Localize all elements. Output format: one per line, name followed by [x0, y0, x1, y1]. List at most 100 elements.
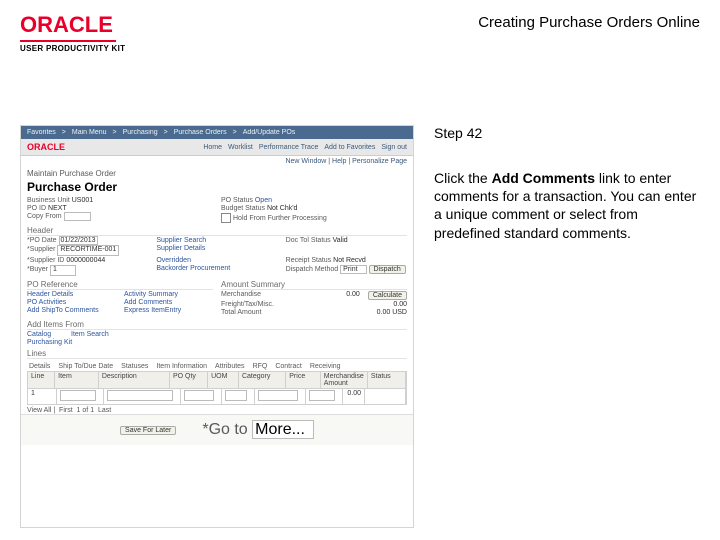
ss-col-qty: PO Qty — [170, 372, 208, 388]
oracle-logo-underline — [20, 40, 116, 42]
ss-module-heading: Maintain Purchase Order — [21, 167, 413, 180]
ss-add-shipto-link[interactable]: Add ShipTo Comments — [27, 307, 116, 314]
ss-supplierid-label: *Supplier ID — [27, 257, 64, 264]
ss-col-price: Price — [286, 372, 320, 388]
instr-bold: Add Comments — [492, 170, 595, 186]
ss-receipt-label: Receipt Status — [286, 257, 332, 264]
ss-header-section: Header — [27, 226, 407, 236]
ss-postatus-label: PO Status — [221, 197, 253, 204]
ss-top-breadcrumb: Favorites > Main Menu > Purchasing > Pur… — [21, 126, 413, 139]
ss-grid-header: Line Item Description PO Qty UOM Categor… — [27, 371, 407, 389]
step-label: Step 42 — [434, 125, 700, 141]
ss-freight-label: Freight/Tax/Misc. — [221, 301, 274, 308]
ss-oracle-logo: ORACLE — [27, 142, 65, 152]
ss-supplier-details-link[interactable]: Supplier Details — [156, 245, 205, 252]
ss-express-item-link[interactable]: Express ItemEntry — [124, 307, 213, 314]
ss-tab-iteminfo[interactable]: Item Information — [154, 362, 209, 371]
ss-goto-label: *Go to — [202, 421, 247, 438]
ss-overridden-link[interactable]: Overridden — [156, 257, 191, 264]
ss-tab-statuses[interactable]: Statuses — [119, 362, 150, 371]
ss-col-uom: UOM — [208, 372, 239, 388]
ss-nav-item[interactable]: Purchasing — [123, 129, 158, 136]
ss-dispatch-button[interactable]: Dispatch — [369, 265, 406, 274]
embedded-screenshot: Favorites > Main Menu > Purchasing > Pur… — [20, 125, 414, 528]
ss-row-count: 1 — [77, 407, 81, 414]
ss-tab-attributes[interactable]: Attributes — [213, 362, 247, 371]
ss-podate-label: *PO Date — [27, 237, 57, 244]
ss-merch-value: 0.00 — [346, 291, 360, 300]
ss-buyer-label: *Buyer — [27, 266, 48, 273]
ss-footer: Save For Later *Go to More... — [21, 414, 413, 445]
ss-hold-checkbox[interactable] — [221, 213, 231, 223]
doc-header: ORACLE USER PRODUCTIVITY KIT Creating Pu… — [20, 12, 700, 63]
ss-cell-qty[interactable] — [184, 390, 214, 401]
ss-nav-item[interactable]: Purchase Orders — [174, 129, 227, 136]
ss-catalog-link[interactable]: Catalog — [27, 331, 51, 338]
ss-podate-input[interactable]: 01/22/2013 — [59, 236, 98, 245]
page-title: Creating Purchase Orders Online — [478, 14, 700, 31]
ss-buyer-input[interactable]: 1 — [50, 265, 76, 276]
ss-nav-item[interactable]: Main Menu — [72, 129, 107, 136]
ss-poref-section: PO Reference — [27, 280, 213, 290]
ss-lines-tabs: Details Ship To/Due Date Statuses Item I… — [27, 362, 407, 371]
ss-poid-value: NEXT — [48, 205, 67, 212]
instruction-text: Click the Add Comments link to enter com… — [434, 169, 700, 242]
oracle-logo-text: ORACLE — [20, 12, 125, 38]
oracle-logo-block: ORACLE USER PRODUCTIVITY KIT — [20, 12, 125, 53]
ss-tab-shipto[interactable]: Ship To/Due Date — [56, 362, 115, 371]
ss-doc-label: Doc Tol Status — [286, 237, 331, 244]
ss-supplierid-value: 0000000044 — [66, 257, 105, 264]
ss-dispatch-label: Dispatch Method — [286, 266, 339, 273]
ss-col-cat: Category — [239, 372, 286, 388]
ss-link-fav[interactable]: Add to Favorites — [324, 144, 375, 151]
ss-postatus-value[interactable]: Open — [255, 197, 272, 204]
ss-budget-label: Budget Status — [221, 205, 265, 212]
ss-tab-receiving[interactable]: Receiving — [308, 362, 343, 371]
ss-col-line: Line — [28, 372, 55, 388]
ss-nav-item[interactable]: Favorites — [27, 129, 56, 136]
ss-doc-value: Valid — [333, 237, 348, 244]
ss-lines-section: Lines — [27, 349, 407, 359]
ss-bu-label: Business Unit — [27, 197, 70, 204]
ss-cell-item[interactable] — [60, 390, 96, 401]
ss-freight-value: 0.00 — [393, 301, 407, 308]
ss-supplier-search-link[interactable]: Supplier Search — [156, 237, 206, 244]
ss-goto-select[interactable]: More... — [252, 420, 314, 439]
ss-purkits-link[interactable]: Purchasing Kit — [27, 339, 72, 346]
ss-item-search-link[interactable]: Item Search — [71, 331, 109, 338]
ss-calculate-button[interactable]: Calculate — [368, 291, 407, 300]
ss-tab-contract[interactable]: Contract — [273, 362, 303, 371]
ss-nav-item[interactable]: Add/Update POs — [243, 129, 296, 136]
ss-dispatch-select[interactable]: Print — [340, 265, 366, 274]
ss-supplier-input[interactable]: RECORTIME-001 — [57, 245, 119, 256]
ss-link-signout[interactable]: Sign out — [381, 144, 407, 151]
ss-bu-value: US001 — [72, 197, 93, 204]
ss-po-activities-link[interactable]: PO Activities — [27, 299, 116, 306]
ss-top-links: Home Worklist Performance Trace Add to F… — [203, 144, 407, 151]
ss-additems-section: Add Items From — [27, 320, 407, 330]
ss-cell-uom[interactable] — [225, 390, 247, 401]
ss-header-details-link[interactable]: Header Details — [27, 291, 116, 298]
ss-link-worklist[interactable]: Worklist — [228, 144, 253, 151]
oracle-upk-subtitle: USER PRODUCTIVITY KIT — [20, 44, 125, 53]
ss-activity-summary-link[interactable]: Activity Summary — [124, 291, 213, 298]
ss-add-comments-link[interactable]: Add Comments — [124, 299, 213, 306]
ss-cell-line[interactable]: 1 — [28, 389, 57, 404]
instr-pre: Click the — [434, 170, 492, 186]
ss-cell-price[interactable] — [309, 390, 335, 401]
ss-cell-amt: 0.00 — [343, 389, 365, 404]
ss-backorder-link[interactable]: Backorder Procurement — [156, 265, 230, 272]
ss-link-perf[interactable]: Performance Trace — [259, 144, 319, 151]
ss-link-home[interactable]: Home — [203, 144, 222, 151]
ss-tab-details[interactable]: Details — [27, 362, 52, 371]
ss-cell-desc[interactable] — [107, 390, 173, 401]
ss-copy-select[interactable] — [64, 212, 92, 221]
ss-save-button[interactable]: Save For Later — [120, 426, 176, 435]
ss-utility-links[interactable]: New Window | Help | Personalize Page — [21, 156, 413, 167]
ss-tab-rfq[interactable]: RFQ — [251, 362, 270, 371]
ss-total-value: 0.00 USD — [377, 309, 407, 316]
ss-cell-cat[interactable] — [258, 390, 298, 401]
ss-cell-status — [365, 389, 406, 404]
ss-col-desc: Description — [99, 372, 170, 388]
ss-total-label: Total Amount — [221, 309, 261, 316]
